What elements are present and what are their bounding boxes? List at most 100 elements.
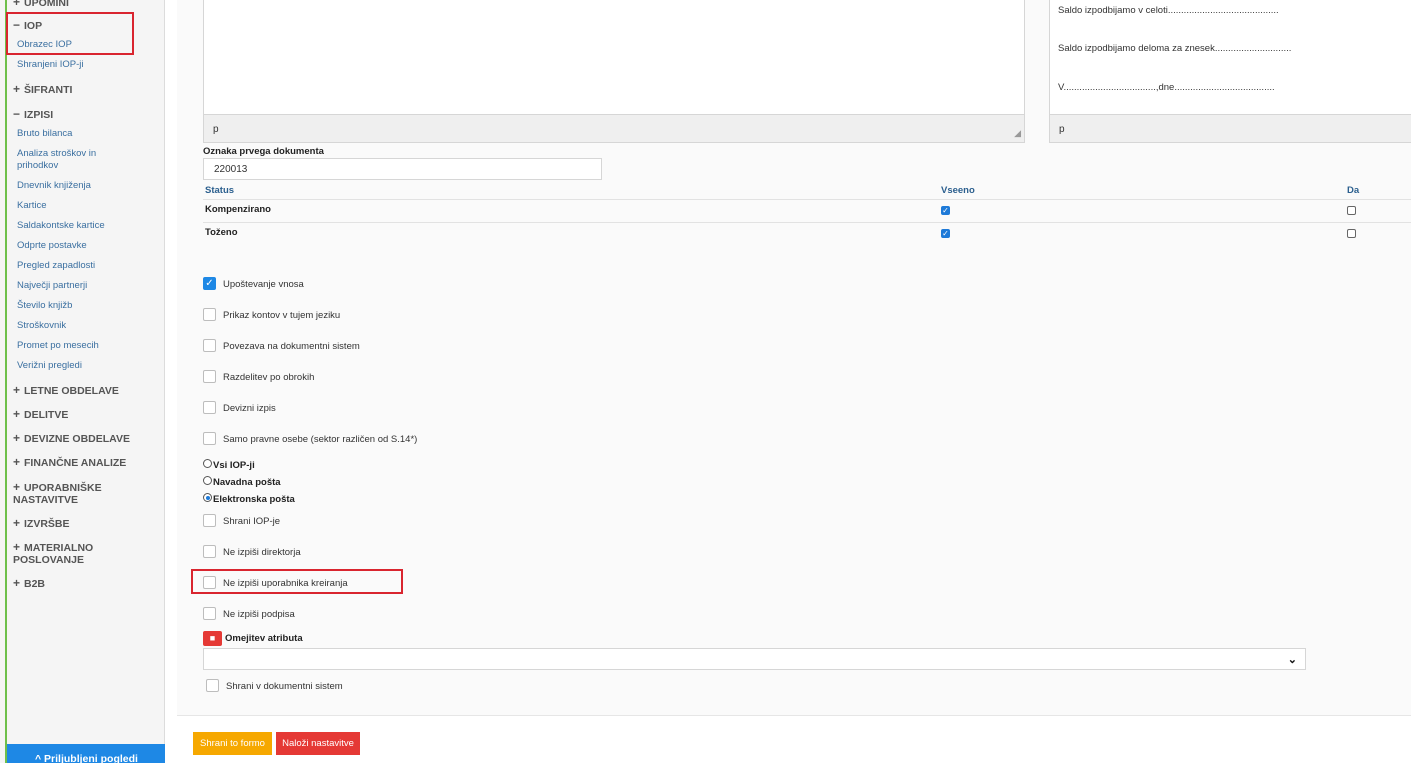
highlight-box-iop bbox=[6, 12, 134, 55]
table-header-vseeno: Vseeno bbox=[941, 185, 975, 196]
editor-line: V...................................,dne… bbox=[1058, 82, 1275, 93]
checkbox-tozeno-da[interactable] bbox=[1347, 229, 1356, 238]
radio-elektronska-posta[interactable] bbox=[203, 493, 212, 502]
attribute-select[interactable]: ⌄ bbox=[203, 648, 1306, 670]
sidebar-section-delitve[interactable]: + DELITVE bbox=[13, 408, 153, 421]
plus-icon: + bbox=[13, 576, 21, 590]
sidebar-item-saldakontske-kartice[interactable]: Saldakontske kartice bbox=[17, 220, 137, 232]
sidebar-section-letne-obdelave[interactable]: + LETNE OBDELAVE bbox=[13, 384, 153, 397]
chevron-down-icon: ⌄ bbox=[1287, 654, 1297, 666]
option-label: Ne izpiši podpisa bbox=[223, 609, 295, 620]
option-label: Shrani v dokumentni sistem bbox=[226, 681, 343, 692]
plus-icon: + bbox=[13, 0, 21, 9]
sidebar-section-label: ŠIFRANTI bbox=[24, 84, 73, 96]
sidebar-item-stroskovnik[interactable]: Stroškovnik bbox=[17, 320, 137, 332]
save-form-button[interactable]: Shrani to formo bbox=[193, 732, 272, 755]
sidebar-section-label: DELITVE bbox=[24, 409, 69, 421]
sidebar-section-b2b[interactable]: + B2B bbox=[13, 577, 153, 590]
sidebar-section-materialno-poslovanje[interactable]: + MATERIALNO POSLOVANJE bbox=[13, 541, 113, 566]
radio-label: Elektronska pošta bbox=[213, 494, 295, 505]
option-label: Upoštevanje vnosa bbox=[223, 279, 304, 290]
checkbox-devizni-izpis[interactable] bbox=[203, 401, 216, 414]
plus-icon: + bbox=[13, 82, 21, 96]
radio-label: Navadna pošta bbox=[213, 477, 281, 488]
sidebar-accent-line bbox=[5, 0, 7, 763]
load-settings-button[interactable]: Naloži nastavitve bbox=[276, 732, 360, 755]
checkbox-kompenzirano-da[interactable] bbox=[1347, 206, 1356, 215]
option-label: Ne izpiši direktorja bbox=[223, 547, 301, 558]
option-label: Prikaz kontov v tujem jeziku bbox=[223, 310, 341, 321]
plus-icon: + bbox=[13, 431, 21, 445]
document-label: Oznaka prvega dokumenta bbox=[203, 146, 324, 157]
editor-statusbar: p bbox=[204, 114, 1024, 142]
minus-icon: − bbox=[13, 107, 21, 121]
option-label: Devizni izpis bbox=[223, 403, 276, 414]
sidebar-section-label: UPOMINI bbox=[24, 0, 69, 9]
sidebar-item-kartice[interactable]: Kartice bbox=[17, 200, 137, 212]
editor-line: Saldo izpodbijamo deloma za znesek......… bbox=[1058, 43, 1292, 54]
sidebar-section-izpisi[interactable]: − IZPISI bbox=[13, 108, 153, 121]
text-editor-left[interactable]: p ◢ bbox=[203, 0, 1025, 143]
sidebar-section-uporabniske-nastavitve[interactable]: + UPORABNIŠKE NASTAVITVE bbox=[13, 481, 123, 506]
radio-label: Vsi IOP-ji bbox=[213, 460, 255, 471]
plus-icon: + bbox=[13, 480, 21, 494]
sidebar-section-sifranti[interactable]: + ŠIFRANTI bbox=[13, 83, 153, 96]
sidebar-item-stevilo-knjizb[interactable]: Število knjižb bbox=[17, 300, 137, 312]
sidebar-section-label: UPORABNIŠKE NASTAVITVE bbox=[13, 482, 102, 506]
sidebar-section-label: B2B bbox=[24, 578, 46, 590]
sidebar-item-dnevnik-knjizenja[interactable]: Dnevnik knjiženja bbox=[17, 180, 137, 192]
resize-grip-icon[interactable]: ◢ bbox=[1014, 128, 1021, 139]
table-divider bbox=[203, 199, 1411, 200]
table-header-da: Da bbox=[1347, 185, 1360, 196]
plus-icon: + bbox=[13, 455, 21, 469]
checkbox-kompenzirano-vseeno[interactable]: ✓ bbox=[941, 206, 950, 215]
table-divider bbox=[203, 222, 1411, 223]
sidebar-item-bruto-bilanca[interactable]: Bruto bilanca bbox=[17, 128, 137, 140]
editor-line: Saldo izpodbijamo v celoti..............… bbox=[1058, 5, 1279, 16]
sidebar-section-label: MATERIALNO POSLOVANJE bbox=[13, 542, 94, 566]
trash-icon[interactable]: ■ bbox=[203, 631, 222, 646]
sidebar-section-label: IZVRŠBE bbox=[24, 518, 70, 530]
sidebar-item-analiza-stroskov[interactable]: Analiza stroškov in prihodkov bbox=[17, 148, 137, 172]
plus-icon: + bbox=[13, 407, 21, 421]
checkbox-tozeno-vseeno[interactable]: ✓ bbox=[941, 229, 950, 238]
sidebar-section-label: IZPISI bbox=[24, 109, 54, 121]
checkbox-upostevanje-vnosa[interactable]: ✓ bbox=[203, 277, 216, 290]
checkbox-razdelitev-obrokih[interactable] bbox=[203, 370, 216, 383]
plus-icon: + bbox=[13, 540, 21, 554]
checkbox-shrani-dms[interactable] bbox=[206, 679, 219, 692]
checkbox-pravne-osebe[interactable] bbox=[203, 432, 216, 445]
sidebar-item-shranjeni-iop[interactable]: Shranjeni IOP-ji bbox=[17, 59, 137, 71]
plus-icon: + bbox=[13, 516, 21, 530]
radio-vsi-iop[interactable] bbox=[203, 459, 212, 468]
table-row-label: Kompenzirano bbox=[205, 204, 271, 215]
sidebar-section-label: LETNE OBDELAVE bbox=[24, 385, 119, 397]
sidebar-item-promet-po-mesecih[interactable]: Promet po mesecih bbox=[17, 340, 137, 352]
option-label: Povezava na dokumentni sistem bbox=[223, 341, 360, 352]
document-input[interactable]: 220013 bbox=[203, 158, 602, 180]
highlight-box-ne-izpisi-uporabnika bbox=[191, 569, 403, 594]
table-header-status: Status bbox=[205, 185, 235, 196]
sidebar-item-najvecji-partnerji[interactable]: Največji partnerji bbox=[17, 280, 137, 292]
option-label: Razdelitev po obrokih bbox=[223, 372, 315, 383]
text-editor-right[interactable]: Saldo izpodbijamo v celoti..............… bbox=[1049, 0, 1411, 143]
sidebar-section-izvrsbe[interactable]: + IZVRŠBE bbox=[13, 517, 153, 530]
radio-navadna-posta[interactable] bbox=[203, 476, 212, 485]
sidebar-section-label: FINANČNE ANALIZE bbox=[24, 457, 127, 469]
checkbox-povezava-dms[interactable] bbox=[203, 339, 216, 352]
option-label: Samo pravne osebe (sektor različen od S.… bbox=[223, 434, 418, 445]
main-content: p ◢ Saldo izpodbijamo v celoti..........… bbox=[177, 0, 1411, 763]
sidebar-section-devizne-obdelave[interactable]: + DEVIZNE OBDELAVE bbox=[13, 432, 153, 445]
sidebar-item-verizni-pregledi[interactable]: Verižni pregledi bbox=[17, 360, 137, 372]
editor-statusbar: p bbox=[1050, 114, 1411, 142]
form-panel: p ◢ Saldo izpodbijamo v celoti..........… bbox=[177, 0, 1411, 716]
checkbox-ne-izpisi-direktorja[interactable] bbox=[203, 545, 216, 558]
sidebar-section-upomini[interactable]: + UPOMINI bbox=[13, 0, 153, 9]
sidebar-item-pregled-zapadlosti[interactable]: Pregled zapadlosti bbox=[17, 260, 137, 272]
checkbox-shrani-iop[interactable] bbox=[203, 514, 216, 527]
checkbox-ne-izpisi-podpisa[interactable] bbox=[203, 607, 216, 620]
checkbox-prikaz-kontov[interactable] bbox=[203, 308, 216, 321]
sidebar-section-financne-analize[interactable]: + FINANČNE ANALIZE bbox=[13, 456, 153, 469]
favorites-button[interactable]: ^ Priljubljeni pogledi bbox=[7, 744, 165, 763]
sidebar-item-odprte-postavke[interactable]: Odprte postavke bbox=[17, 240, 137, 252]
